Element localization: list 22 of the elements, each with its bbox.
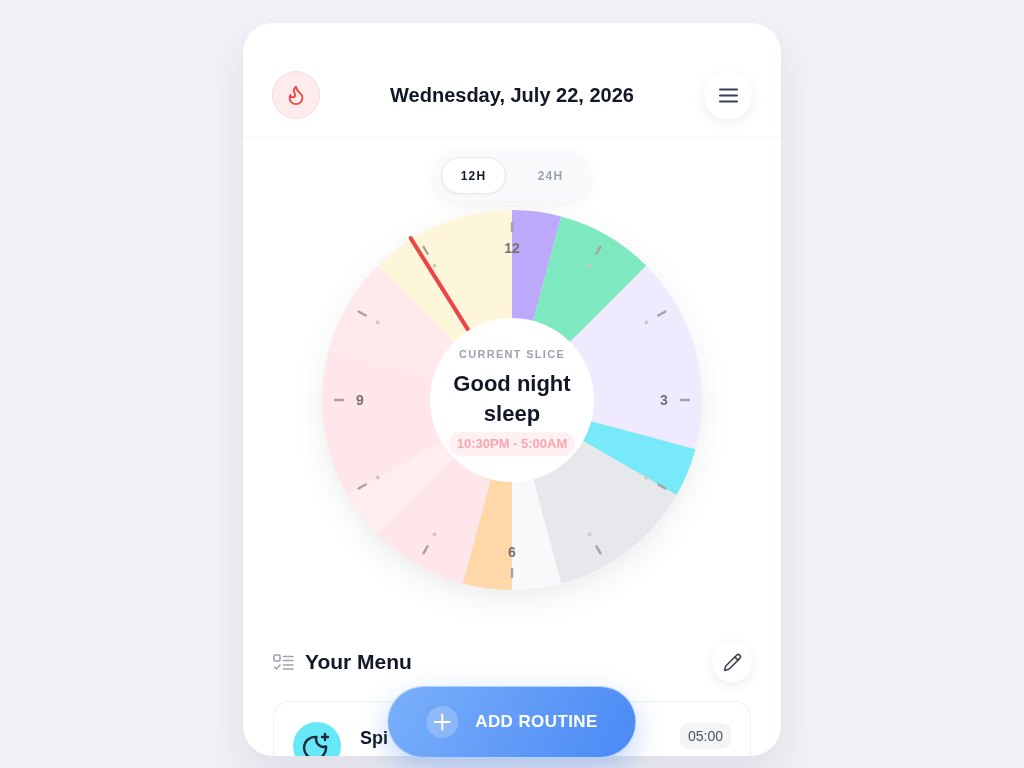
pencil-icon [722,652,742,672]
routine-time: 05:00 [679,723,731,749]
hour-label: 12 [504,240,520,256]
slice-caption: CURRENT SLICE [458,347,566,361]
clock-slice[interactable] [532,216,647,344]
checklist-icon [273,653,294,671]
format-tab[interactable]: 12H [441,157,506,194]
plus-icon [426,706,459,738]
menu-button[interactable] [704,71,752,119]
section-title: Your Menu [305,650,412,674]
streak-button[interactable] [272,71,320,119]
format-tab[interactable]: 24H [518,157,583,194]
hour-label: 3 [660,392,668,408]
hour-label: 6 [508,544,516,560]
time-range-tag: 10:30PM - 5:00AM [448,432,576,456]
edit-button[interactable] [712,642,752,682]
routine-name: Spi [360,727,388,749]
date-title: Wednesday, July 22, 2026 [390,83,634,107]
slice-title: Good night sleep [452,370,572,428]
hour-label: 9 [356,392,364,408]
add-routine-button[interactable]: ADD ROUTINE [387,686,637,758]
menu-icon [718,87,738,103]
